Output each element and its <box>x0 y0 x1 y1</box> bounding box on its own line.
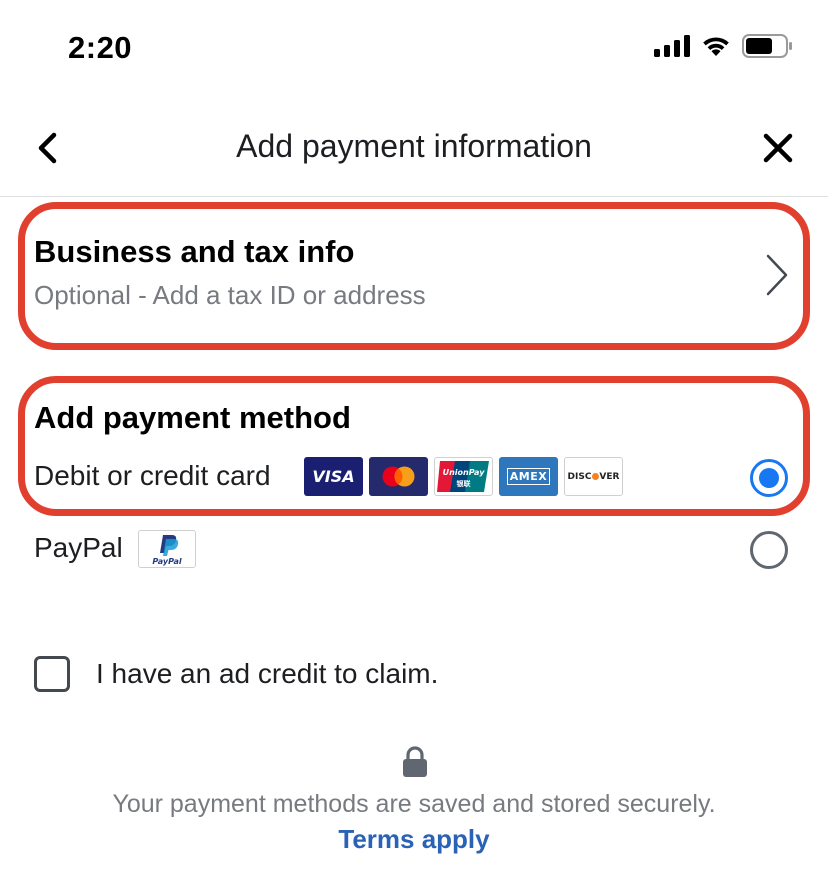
close-icon <box>763 133 793 163</box>
paypal-logo-text: PayPal <box>152 557 181 566</box>
status-icons <box>654 34 794 58</box>
payment-screen: 2:20 Add payment information Business an… <box>0 0 828 896</box>
unionpay-logo: UnionPay 银联 <box>434 457 493 496</box>
card-option-radio[interactable] <box>750 459 788 497</box>
discover-dot-icon <box>591 473 599 480</box>
card-logos: VISA UnionPay 银联 AMEX DISC VER <box>304 457 623 496</box>
paypal-option-label[interactable]: PayPal <box>34 532 123 564</box>
terms-apply-link[interactable]: Terms apply <box>0 824 828 855</box>
amex-logo: AMEX <box>499 457 558 496</box>
page-title: Add payment information <box>236 128 592 164</box>
ad-credit-label[interactable]: I have an ad credit to claim. <box>96 658 438 690</box>
header-divider <box>0 196 828 197</box>
discover-logo-text-b: VER <box>599 471 620 482</box>
amex-logo-text: AMEX <box>506 468 551 485</box>
payment-method-title: Add payment method <box>34 400 351 435</box>
paypal-logo: PayPal <box>138 530 196 568</box>
discover-logo-text-a: DISC <box>567 471 592 482</box>
paypal-option-radio[interactable] <box>750 531 788 569</box>
wifi-icon <box>703 37 729 56</box>
business-tax-title: Business and tax info <box>34 234 355 269</box>
paypal-option-row[interactable] <box>0 524 828 576</box>
chevron-right-icon <box>766 254 788 296</box>
unionpay-logo-cn-text: 银联 <box>457 479 472 488</box>
business-tax-subtitle: Optional - Add a tax ID or address <box>34 280 426 310</box>
card-option-label[interactable]: Debit or credit card <box>34 460 271 492</box>
business-tax-info-row[interactable] <box>18 202 810 350</box>
lock-icon <box>403 746 427 777</box>
status-time: 2:20 <box>68 30 133 65</box>
ad-credit-checkbox[interactable] <box>34 656 70 692</box>
visa-logo: VISA <box>304 457 363 496</box>
cellular-signal-icon <box>654 35 690 57</box>
battery-icon <box>742 34 792 58</box>
secure-storage-text: Your payment methods are saved and store… <box>112 790 716 818</box>
discover-logo: DISC VER <box>564 457 623 496</box>
close-button[interactable] <box>760 130 796 166</box>
mastercard-logo <box>369 457 428 496</box>
unionpay-logo-text: UnionPay <box>443 468 486 477</box>
